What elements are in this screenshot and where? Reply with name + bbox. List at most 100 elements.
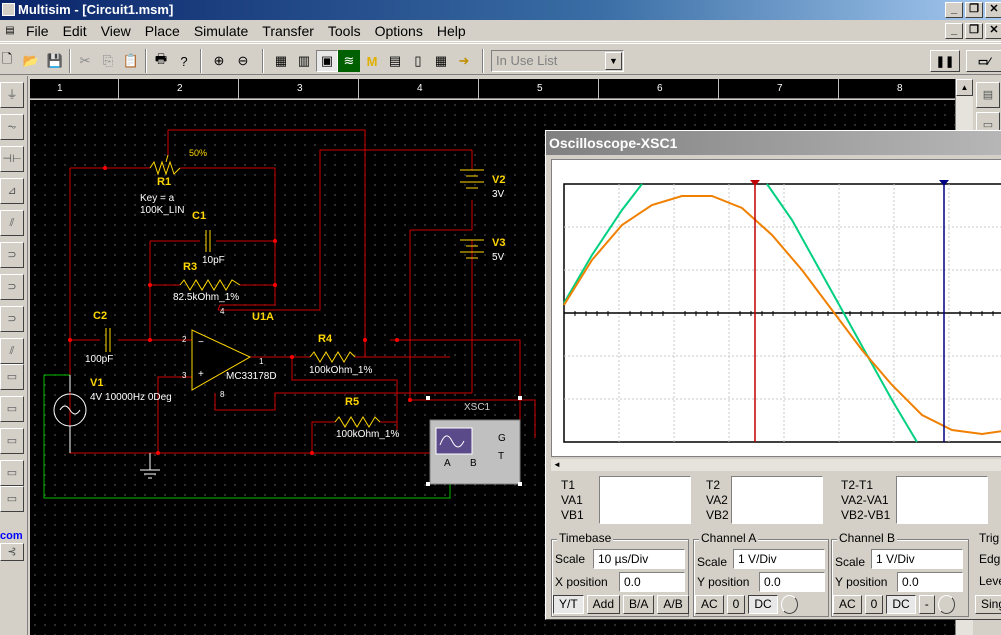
channel-b-ac-button[interactable]: AC	[833, 595, 862, 614]
grapher-icon[interactable]: ▣	[316, 50, 338, 72]
database-icon[interactable]: ▥	[293, 50, 315, 72]
timebase-xpos-label: X position	[555, 575, 608, 589]
channel-a-group: Channel A Scale 1 V/Div Y position 0.0 A…	[691, 531, 829, 617]
add-button[interactable]: Add	[586, 595, 621, 614]
u1a-pin: 2	[182, 335, 187, 344]
ab-button[interactable]: A/B	[657, 595, 689, 614]
channel-a-dc-button[interactable]: DC	[748, 595, 778, 614]
in-use-list-dropdown[interactable]: In Use List ▼	[491, 50, 624, 72]
r5-label: R5	[345, 396, 360, 408]
instrument-button[interactable]: ▭⁄	[966, 50, 1001, 72]
r1-key: Key = a	[140, 193, 175, 204]
misc-digital-icon[interactable]: ⊃	[0, 306, 24, 332]
r4-label: R4	[318, 333, 333, 345]
basic-icon[interactable]: ⏦	[0, 114, 24, 140]
menu-edit[interactable]: Edit	[56, 20, 94, 42]
sources-icon[interactable]: ⏚	[0, 82, 24, 108]
document-icon[interactable]: ▤	[1, 22, 19, 40]
bom-icon[interactable]: ▤	[384, 50, 406, 72]
cut-icon[interactable]: ✂	[74, 50, 96, 72]
channel-b-minus-button[interactable]: -	[918, 595, 935, 614]
channel-a-ypos-input[interactable]: 0.0	[759, 572, 825, 592]
indicators-icon[interactable]: ▭	[0, 364, 24, 390]
trigger-single-button[interactable]: Sing.	[975, 595, 1001, 614]
doc-close-button[interactable]: ✕	[985, 23, 1001, 39]
vb2-vb1-label: VB2-VB1	[841, 508, 891, 522]
mixed-icon[interactable]: ⫽	[0, 338, 24, 364]
channel-b-dc-button[interactable]: DC	[886, 595, 916, 614]
menu-place[interactable]: Place	[138, 20, 187, 42]
menu-transfer[interactable]: Transfer	[255, 20, 321, 42]
postprocessor-icon[interactable]: ≋	[338, 50, 360, 72]
channel-a-color-icon[interactable]	[780, 595, 798, 614]
channel-b-color-icon[interactable]	[937, 595, 955, 614]
menu-file[interactable]: File	[19, 20, 56, 42]
spreadsheet-icon[interactable]: ▦	[430, 50, 452, 72]
channel-a-ac-button[interactable]: AC	[695, 595, 724, 614]
scroll-left-icon[interactable]: ◄	[551, 459, 563, 471]
restore-button[interactable]: ❐	[965, 2, 983, 18]
timebase-scale-input[interactable]: 10 µs/Div	[593, 549, 685, 569]
misc-icon[interactable]: ▭	[0, 396, 24, 422]
channel-b-group: Channel B Scale 1 V/Div Y position 0.0 A…	[829, 531, 969, 617]
hierarchy-icon[interactable]: ⊰	[0, 543, 24, 561]
channel-b-ypos-input[interactable]: 0.0	[897, 572, 963, 592]
oscilloscope-screen	[551, 159, 1001, 457]
help-icon[interactable]: ?	[173, 50, 195, 72]
pause-button[interactable]: ❚❚	[930, 50, 960, 72]
electrical-rules-icon[interactable]: M	[361, 50, 383, 72]
save-icon[interactable]: 💾	[44, 50, 66, 72]
multimeter-icon[interactable]: ▤	[976, 82, 1000, 108]
analog-icon[interactable]: ⫽	[0, 210, 24, 236]
electromechanical-icon[interactable]: ▭	[0, 486, 24, 512]
copy-icon[interactable]: ⎘	[97, 50, 119, 72]
doc-minimize-button[interactable]: _	[945, 23, 963, 39]
xsc1-t-terminal: T	[498, 451, 505, 462]
zoom-in-icon[interactable]: ⊕	[208, 50, 230, 72]
timebase-title: Timebase	[557, 531, 614, 545]
menu-simulate[interactable]: Simulate	[187, 20, 255, 42]
va2-va1-label: VA2-VA1	[841, 493, 889, 507]
v2-label: V2	[492, 174, 506, 186]
component-icon[interactable]: ▦	[270, 50, 292, 72]
paste-icon[interactable]: 📋	[120, 50, 142, 72]
channel-a-zero-button[interactable]: 0	[726, 595, 746, 614]
zoom-out-icon[interactable]: ⊖	[232, 50, 254, 72]
ba-button[interactable]: B/A	[623, 595, 655, 614]
menu-view[interactable]: View	[94, 20, 138, 42]
controls-icon[interactable]: ▭	[0, 428, 24, 454]
cursor-t1-readout: T1 VA1 VB1	[551, 474, 696, 526]
channel-b-zero-button[interactable]: 0	[864, 595, 884, 614]
cmos-icon[interactable]: ⊃	[0, 274, 24, 300]
minimize-button[interactable]: _	[945, 2, 963, 18]
menu-options[interactable]: Options	[368, 20, 430, 42]
scroll-up-icon[interactable]: ▲	[956, 79, 973, 96]
back-annotate-icon[interactable]: ➜	[453, 50, 475, 72]
com-link[interactable]: com	[0, 530, 23, 542]
channel-b-scale-input[interactable]: 1 V/Div	[871, 549, 963, 569]
ttl-icon[interactable]: ⊃	[0, 242, 24, 268]
timebase-xpos-input[interactable]: 0.0	[619, 572, 685, 592]
oscilloscope-window[interactable]: Oscilloscope-XSC1 ◄ T1 VA1 VB1 T2 VA2 VB…	[545, 130, 1001, 620]
close-button[interactable]: ✕	[985, 2, 1001, 18]
channel-a-scale-input[interactable]: 1 V/Div	[733, 549, 825, 569]
r4-value: 100kOhm_1%	[309, 365, 373, 376]
diodes-icon[interactable]: ⊣⊢	[0, 146, 24, 172]
timebase-scale-label: Scale	[555, 552, 586, 566]
xsc1-label: XSC1	[464, 402, 491, 413]
rf-icon[interactable]: ▭	[0, 460, 24, 486]
new-icon[interactable]: 🗋	[0, 50, 18, 72]
print-icon[interactable]: 🖶	[150, 50, 172, 72]
menu-help[interactable]: Help	[430, 20, 473, 42]
open-icon[interactable]: 📂	[20, 50, 42, 72]
menu-tools[interactable]: Tools	[321, 20, 368, 42]
doc-restore-button[interactable]: ❐	[965, 23, 983, 39]
chevron-down-icon[interactable]: ▼	[605, 52, 622, 70]
u1a-pin: 8	[220, 390, 225, 399]
screen-scrollbar[interactable]: ◄	[551, 459, 1001, 471]
description-icon[interactable]: ▯	[407, 50, 429, 72]
yt-button[interactable]: Y/T	[553, 595, 584, 614]
ruler-label: 4	[417, 83, 423, 94]
multisim-logo-icon	[2, 3, 15, 16]
transistors-icon[interactable]: ⊿	[0, 178, 24, 204]
